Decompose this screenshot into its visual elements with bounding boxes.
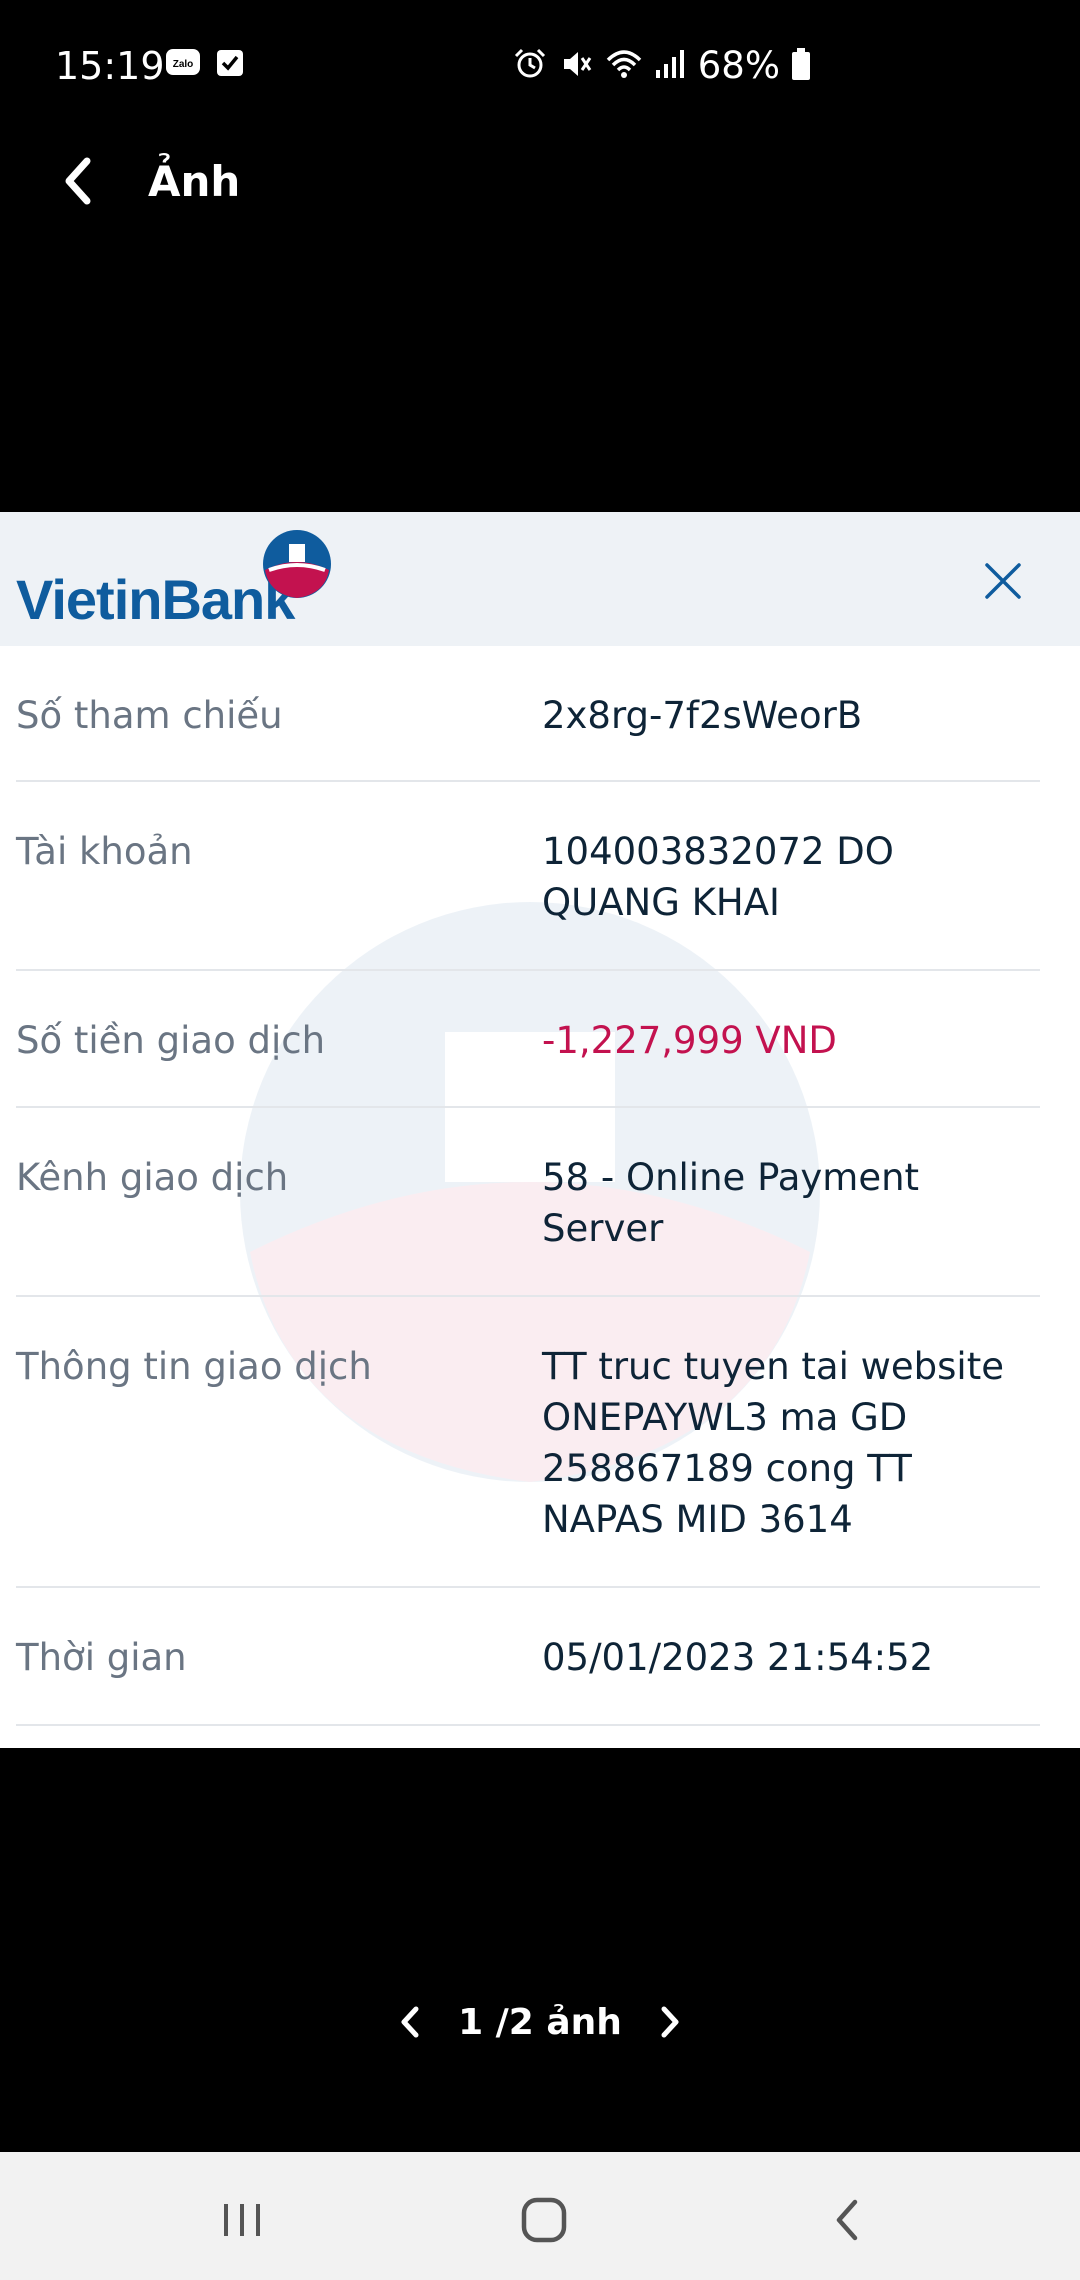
svg-text:Zalo: Zalo (173, 59, 194, 70)
home-icon (521, 2197, 567, 2243)
close-icon (985, 563, 1021, 599)
back-arrow-icon (836, 2199, 858, 2241)
back-button[interactable] (50, 153, 106, 209)
mute-icon (558, 46, 594, 86)
row-value: 2x8rg-7f2sWeorB (542, 694, 863, 737)
row-value: TT truc tuyen tai website ONEPAYWL3 ma G… (542, 1345, 1004, 1541)
status-time: 15:19 (55, 44, 165, 88)
home-button[interactable] (514, 2190, 574, 2250)
checkbox-icon (215, 48, 245, 82)
zalo-icon: Zalo (165, 48, 201, 82)
row-amount: Số tiền giao dịch -1,227,999 VND (16, 971, 1040, 1108)
image-pager: 1 /2 ảnh (0, 1992, 1080, 2052)
battery-percent: 68% (697, 44, 780, 87)
row-label: Số tham chiếu (16, 694, 283, 737)
status-bar: 15:19 Zalo 68% (0, 0, 1080, 135)
next-image-button[interactable] (650, 1997, 690, 2047)
row-reference: Số tham chiếu 2x8rg-7f2sWeorB (16, 646, 1040, 782)
row-label: Số tiền giao dịch (16, 1019, 326, 1062)
row-channel: Kênh giao dịch 58 - Online Payment Serve… (16, 1108, 1040, 1297)
row-value: 05/01/2023 21:54:52 (542, 1636, 934, 1679)
recent-apps-button[interactable] (212, 2190, 272, 2250)
row-label: Thời gian (16, 1636, 187, 1679)
receipt-rows: Số tham chiếu 2x8rg-7f2sWeorB Tài khoản … (0, 646, 1080, 1726)
wifi-icon (604, 46, 644, 86)
row-value-amount: -1,227,999 VND (542, 1019, 837, 1062)
prev-image-button[interactable] (390, 1997, 430, 2047)
row-label: Thông tin giao dịch (16, 1345, 372, 1388)
pager-label: 1 /2 ảnh (458, 2001, 622, 2043)
brand-name: VietinBank (16, 568, 295, 631)
row-value: 104003832072 DO QUANG KHAI (542, 830, 894, 924)
top-nav: Ảnh (0, 135, 1080, 235)
row-label: Kênh giao dịch (16, 1156, 289, 1199)
system-nav-bar (0, 2152, 1080, 2280)
page-title: Ảnh (148, 157, 241, 206)
status-left-icons: Zalo (165, 48, 245, 82)
chevron-right-icon (661, 2006, 679, 2038)
row-time: Thời gian 05/01/2023 21:54:52 (16, 1588, 1040, 1726)
chevron-left-icon (401, 2006, 419, 2038)
status-right-icons: 68% (512, 44, 812, 87)
system-back-button[interactable] (816, 2190, 876, 2250)
receipt-header: VietinBank (0, 512, 1080, 646)
chevron-left-icon (65, 157, 91, 205)
row-account: Tài khoản 104003832072 DO QUANG KHAI (16, 782, 1040, 971)
close-button[interactable] (976, 554, 1030, 608)
row-value: 58 - Online Payment Server (542, 1156, 920, 1250)
alarm-icon (512, 46, 548, 86)
row-info: Thông tin giao dịch TT truc tuyen tai we… (16, 1297, 1040, 1588)
recent-apps-icon (224, 2204, 260, 2236)
row-label: Tài khoản (16, 830, 193, 873)
battery-icon (790, 46, 812, 86)
signal-icon (654, 46, 688, 86)
vietinbank-logo: VietinBank (16, 538, 295, 631)
receipt-image[interactable]: VietinBank Số tham chiếu 2x8rg-7f2sWeorB… (0, 512, 1080, 1748)
vietinbank-logo-mark (255, 522, 339, 610)
